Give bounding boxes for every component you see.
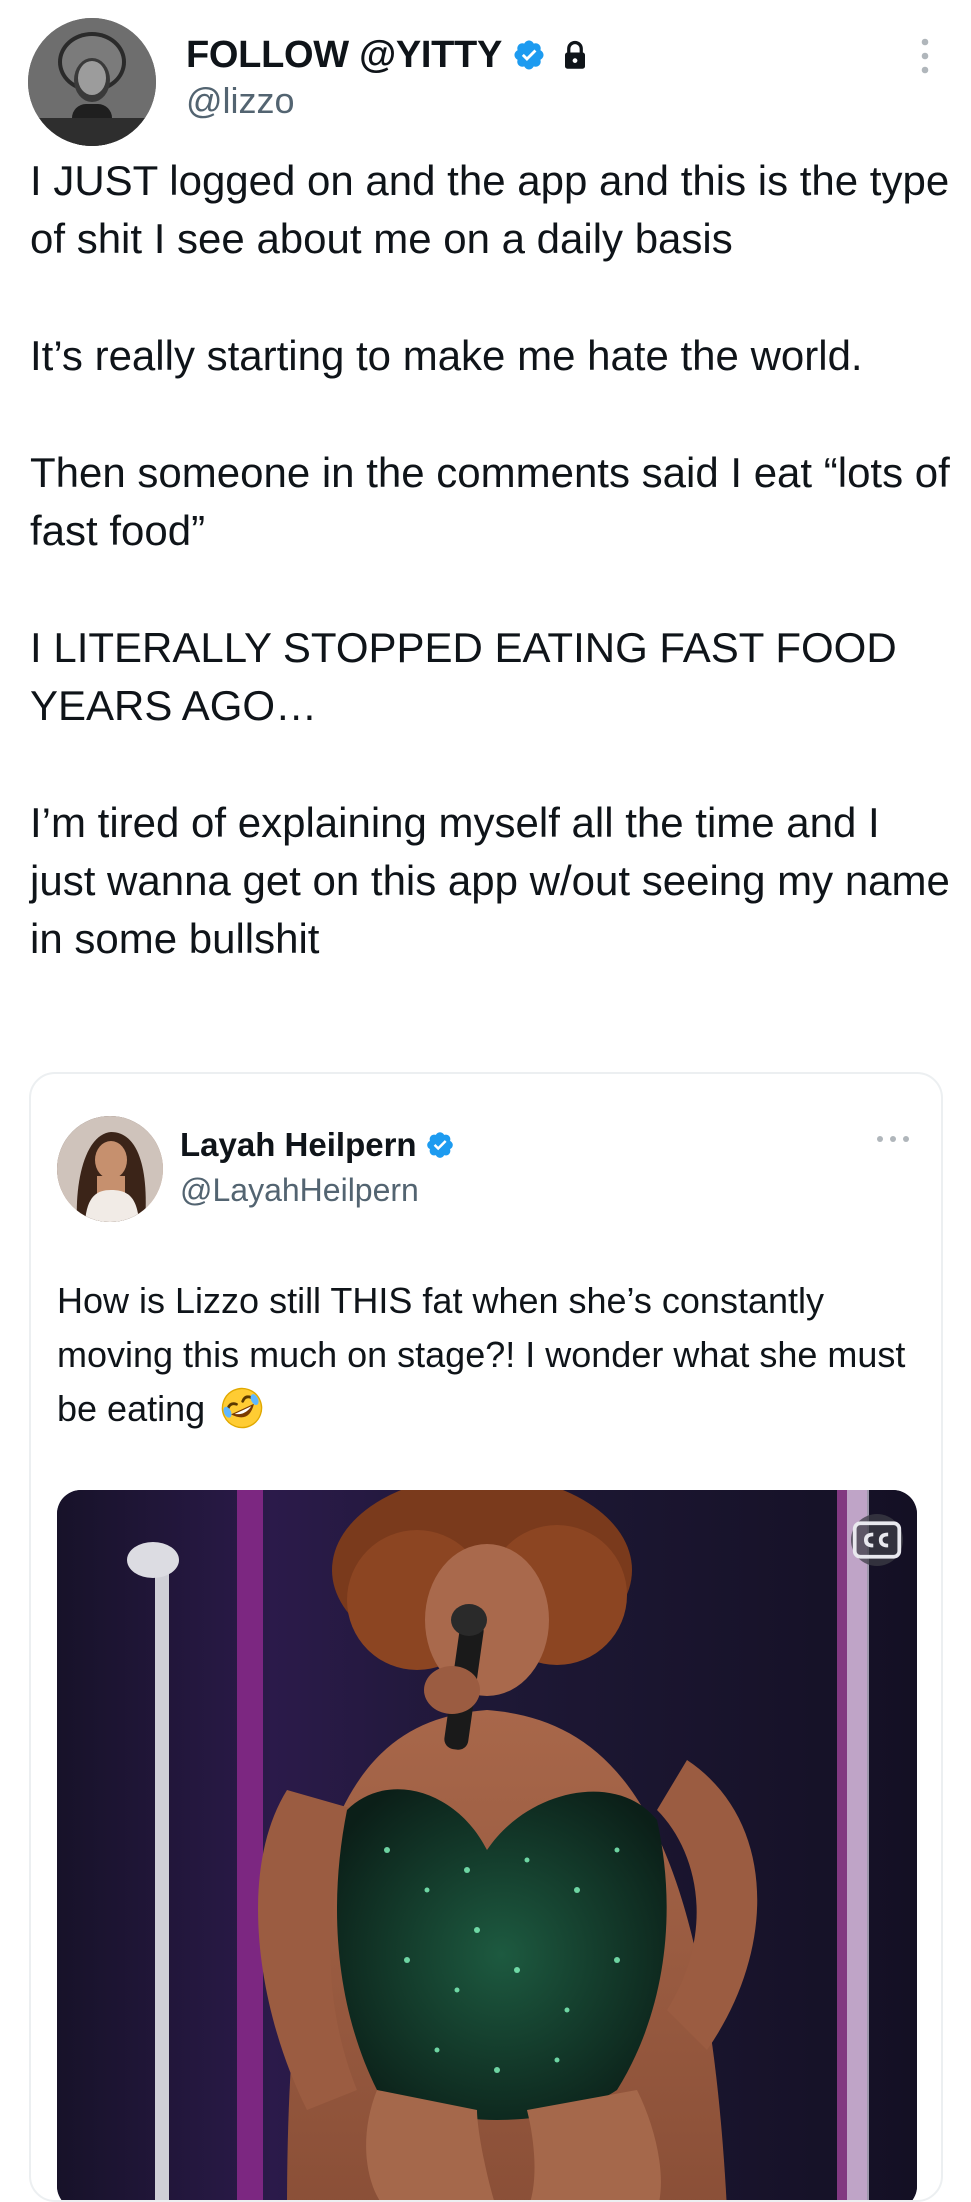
tweet-paragraph-4: I LITERALLY STOPPED EATING FAST FOOD YEA… (30, 624, 897, 729)
tweet-body: I JUST logged on and the app and this is… (30, 152, 950, 1027)
tweet-paragraph-1: I JUST logged on and the app and this is… (30, 157, 950, 262)
quoted-tweet-body: How is Lizzo still THIS fat when she’s c… (57, 1274, 917, 1436)
verified-badge-icon (514, 40, 544, 70)
stage-photo (57, 1490, 917, 2200)
closed-captions-icon[interactable] (851, 1514, 903, 1566)
quoted-tweet-media[interactable] (57, 1490, 917, 2200)
author-avatar[interactable] (28, 18, 156, 146)
author-name-row: FOLLOW @YITTY (186, 30, 588, 80)
quoted-author-handle[interactable]: @LayahHeilpern (180, 1172, 419, 1209)
quoted-tweet-card[interactable]: Layah Heilpern @LayahHeilpern How is Liz… (29, 1072, 943, 2202)
more-options-icon[interactable] (919, 36, 931, 76)
author-display-name[interactable]: FOLLOW @YITTY (186, 34, 502, 77)
tweet-paragraph-5: I’m tired of explaining myself all the t… (30, 799, 950, 962)
quoted-author-avatar[interactable] (57, 1116, 163, 1222)
tweet-paragraph-3: Then someone in the comments said I eat … (30, 449, 950, 554)
verified-badge-icon (426, 1132, 453, 1158)
quoted-author-name-row: Layah Heilpern (180, 1126, 455, 1164)
lock-icon (565, 40, 586, 69)
quoted-more-options-icon[interactable] (875, 1134, 911, 1144)
author-handle[interactable]: @lizzo (186, 80, 295, 122)
quoted-author-display-name[interactable]: Layah Heilpern (180, 1126, 417, 1164)
rolling-on-floor-laughing-icon (221, 1387, 263, 1429)
tweet-paragraph-2: It’s really starting to make me hate the… (30, 332, 863, 379)
quoted-tweet-text: How is Lizzo still THIS fat when she’s c… (57, 1280, 906, 1429)
